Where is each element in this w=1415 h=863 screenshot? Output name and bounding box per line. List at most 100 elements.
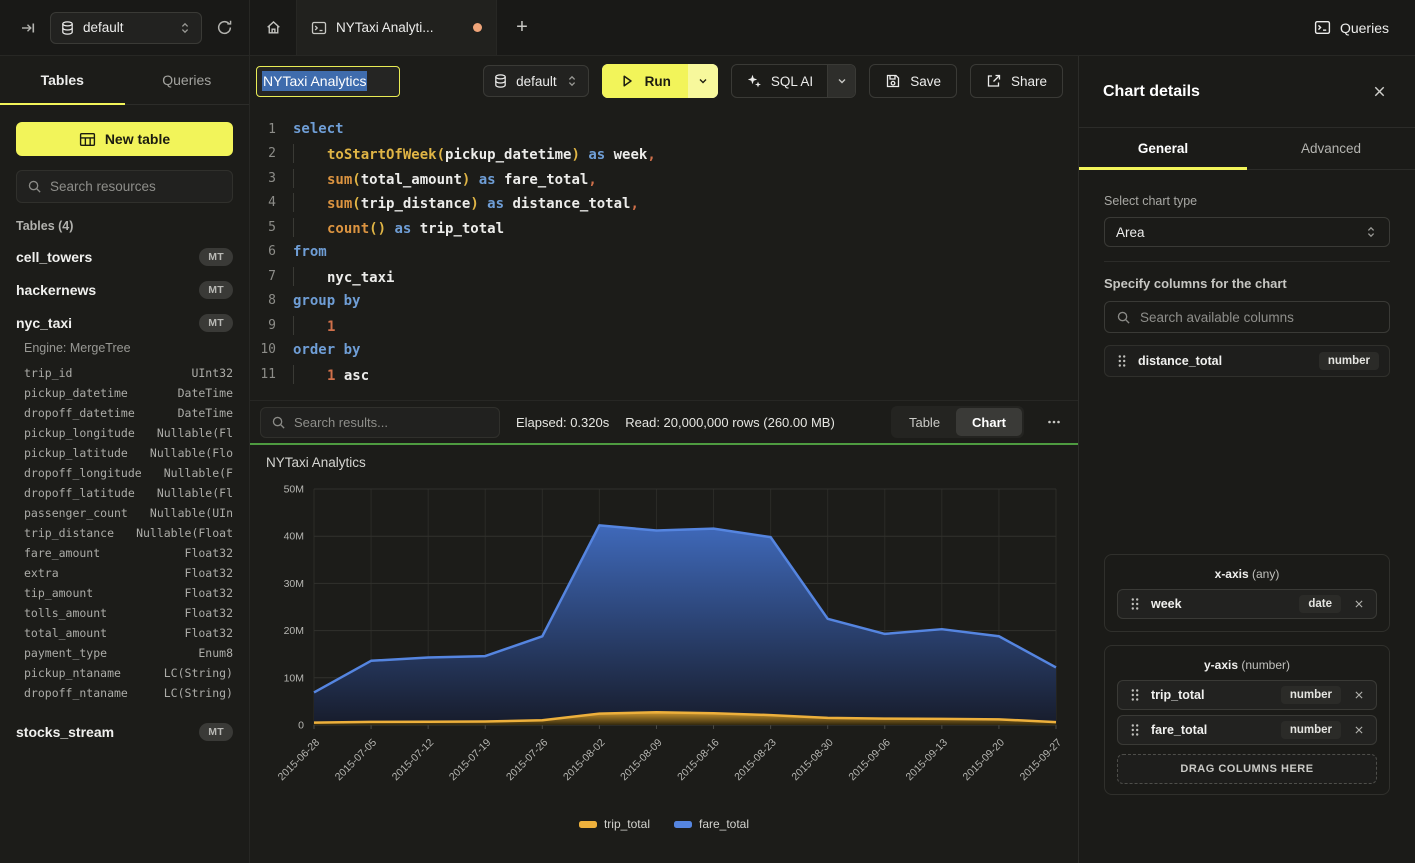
column-pill-name: week — [1151, 597, 1182, 611]
table-row-cell_towers[interactable]: cell_towersMT — [0, 240, 249, 273]
editor-line[interactable]: 111 asc — [254, 362, 1078, 387]
column-name: pickup_datetime — [24, 386, 128, 400]
new-table-button[interactable]: New table — [16, 122, 233, 156]
svg-text:10M: 10M — [284, 672, 304, 684]
chart-type-value: Area — [1116, 225, 1145, 240]
x-axis-items: weekdate — [1117, 589, 1377, 619]
y-axis-hint: (number) — [1241, 658, 1290, 672]
column-type: Float32 — [185, 566, 233, 580]
svg-text:2015-08-16: 2015-08-16 — [675, 737, 722, 784]
search-icon — [27, 179, 42, 194]
column-pill-trip_total[interactable]: trip_totalnumber — [1117, 680, 1377, 710]
database-icon — [60, 20, 75, 36]
play-icon — [619, 73, 635, 89]
sidebar-search-input[interactable] — [50, 179, 222, 194]
unsaved-changes-dot — [473, 23, 482, 32]
line-number: 4 — [254, 195, 276, 210]
query-tab-nytaxi-analytics[interactable]: NYTaxi Analyti... — [297, 0, 497, 55]
results-search — [260, 407, 500, 438]
column-type-badge: number — [1319, 352, 1379, 370]
y-axis-title: y-axis — [1204, 658, 1238, 672]
table-row-nyc_taxi[interactable]: nyc_taxiMT — [0, 306, 249, 339]
editor-line[interactable]: 3sum(total_amount) as fare_total, — [254, 166, 1078, 191]
results-search-input[interactable] — [294, 415, 489, 430]
chart-view-button[interactable]: Chart — [956, 408, 1022, 436]
sql-editor[interactable]: 1select2toStartOfWeek(pickup_datetime) a… — [250, 106, 1078, 400]
tab-general[interactable]: General — [1079, 128, 1247, 169]
refresh-button[interactable] — [212, 15, 237, 40]
save-button[interactable]: Save — [869, 64, 957, 98]
drag-handle-icon[interactable] — [1130, 723, 1140, 737]
queries-button[interactable]: Queries — [1314, 19, 1389, 36]
table-row-stocks_stream[interactable]: stocks_streamMT — [0, 715, 249, 748]
terminal-icon — [1314, 19, 1331, 36]
columns-search-input[interactable] — [1140, 310, 1378, 325]
drag-handle-icon[interactable] — [1130, 688, 1140, 702]
svg-text:2015-09-06: 2015-09-06 — [846, 737, 893, 784]
remove-column-button[interactable] — [1352, 723, 1366, 737]
search-icon — [1116, 310, 1131, 325]
legend-swatch — [674, 821, 692, 828]
editor-line[interactable]: 10order by — [254, 338, 1078, 363]
engine-badge: MT — [199, 314, 233, 332]
column-type: Nullable(Fl — [157, 426, 233, 440]
remove-column-button[interactable] — [1352, 688, 1366, 702]
column-name: total_amount — [24, 626, 107, 640]
column-pill-distance_total[interactable]: distance_totalnumber — [1104, 345, 1390, 377]
table-column-trip_id: trip_idUInt32 — [0, 363, 249, 383]
sidebar-tab-tables[interactable]: Tables — [0, 56, 125, 104]
query-title-input[interactable]: NYTaxi Analytics — [256, 66, 400, 97]
sql-ai-caret[interactable] — [827, 65, 855, 97]
query-database-selector[interactable]: default — [483, 65, 589, 97]
editor-line[interactable]: 8group by — [254, 289, 1078, 314]
sql-ai-button[interactable]: SQL AI — [731, 64, 856, 98]
sidebar-tab-queries[interactable]: Queries — [125, 56, 250, 104]
editor-line[interactable]: 4sum(trip_distance) as distance_total, — [254, 191, 1078, 216]
code-text: select — [293, 121, 344, 137]
y-axis-items: trip_totalnumber fare_totalnumber — [1117, 680, 1377, 745]
run-button-main: Run — [602, 64, 688, 98]
run-button-label: Run — [645, 74, 671, 89]
run-button[interactable]: Run — [602, 64, 718, 98]
collapse-sidebar-button[interactable] — [16, 16, 40, 40]
home-tab-button[interactable] — [250, 0, 297, 55]
drag-handle-icon[interactable] — [1117, 354, 1127, 368]
editor-line[interactable]: 7nyc_taxi — [254, 264, 1078, 289]
new-tab-button[interactable]: + — [497, 0, 547, 55]
column-type: Nullable(Flo — [150, 446, 233, 460]
share-button[interactable]: Share — [970, 64, 1063, 98]
column-name: pickup_longitude — [24, 426, 135, 440]
editor-line[interactable]: 6from — [254, 240, 1078, 265]
chart-type-select[interactable]: Area — [1104, 217, 1390, 247]
table-view-button[interactable]: Table — [893, 408, 956, 436]
remove-column-button[interactable] — [1352, 597, 1366, 611]
elapsed-stat: Elapsed: 0.320s — [516, 415, 609, 430]
editor-line[interactable]: 1select — [254, 117, 1078, 142]
editor-line[interactable]: 91 — [254, 313, 1078, 338]
more-icon — [1046, 414, 1062, 430]
editor-line[interactable]: 2toStartOfWeek(pickup_datetime) as week, — [254, 142, 1078, 167]
editor-line[interactable]: 5count() as trip_total — [254, 215, 1078, 240]
close-panel-button[interactable] — [1368, 80, 1391, 103]
tab-advanced[interactable]: Advanced — [1247, 128, 1415, 169]
select-chart-type-label: Select chart type — [1104, 194, 1390, 208]
indent-guide — [293, 267, 327, 286]
column-pill-fare_total[interactable]: fare_totalnumber — [1117, 715, 1377, 745]
database-selector-value: default — [83, 20, 170, 35]
results-more-button[interactable] — [1042, 410, 1066, 434]
column-type: DateTime — [178, 386, 233, 400]
legend-item-fare_total[interactable]: fare_total — [674, 817, 749, 831]
column-pill-week[interactable]: weekdate — [1117, 589, 1377, 619]
queries-button-label: Queries — [1340, 20, 1389, 36]
table-row-hackernews[interactable]: hackernewsMT — [0, 273, 249, 306]
query-tab-title: NYTaxi Analyti... — [336, 20, 464, 35]
database-icon — [493, 73, 508, 89]
topbar-right: Queries — [1314, 0, 1415, 55]
drag-handle-icon[interactable] — [1130, 597, 1140, 611]
database-selector[interactable]: default — [50, 12, 202, 44]
drag-columns-dropzone[interactable]: DRAG COLUMNS HERE — [1117, 754, 1377, 784]
run-options-caret[interactable] — [688, 64, 718, 98]
column-type: DateTime — [178, 406, 233, 420]
y-axis-heading: y-axis (number) — [1117, 658, 1377, 672]
legend-item-trip_total[interactable]: trip_total — [579, 817, 650, 831]
